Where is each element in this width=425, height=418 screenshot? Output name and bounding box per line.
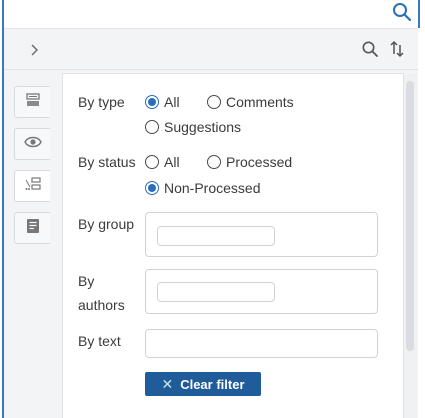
authors-input[interactable] bbox=[157, 282, 275, 302]
clear-filter-button[interactable]: ✕ Clear filter bbox=[145, 372, 261, 396]
status-non-processed-radio[interactable]: Non-Processed bbox=[145, 179, 261, 197]
filter-panel-window: By type All Comments Suggestions By stat… bbox=[0, 0, 425, 418]
comments-list-icon bbox=[25, 92, 41, 113]
side-tab-document[interactable] bbox=[14, 212, 50, 244]
status-all-label: All bbox=[164, 154, 180, 170]
group-input[interactable] bbox=[157, 226, 275, 246]
radio-indicator bbox=[145, 120, 159, 134]
search-icon[interactable] bbox=[392, 2, 412, 22]
scrollbar-thumb[interactable] bbox=[406, 81, 414, 351]
status-all-radio[interactable]: All bbox=[145, 153, 180, 171]
by-status-label: By status bbox=[78, 154, 136, 170]
scrollbar[interactable] bbox=[404, 73, 418, 418]
type-suggestions-radio[interactable]: Suggestions bbox=[145, 118, 241, 136]
type-comments-radio[interactable]: Comments bbox=[207, 93, 294, 111]
by-text-label: By text bbox=[78, 333, 121, 349]
by-authors-label-line2: authors bbox=[78, 297, 125, 313]
side-tab-comments[interactable] bbox=[14, 86, 50, 118]
side-tab-filter[interactable] bbox=[14, 170, 50, 202]
radio-checked-indicator bbox=[145, 95, 159, 109]
close-icon: ✕ bbox=[161, 375, 174, 392]
by-group-label: By group bbox=[78, 216, 135, 232]
sort-icon[interactable] bbox=[388, 39, 406, 59]
side-tab-view[interactable] bbox=[14, 128, 50, 160]
panel-header bbox=[4, 28, 418, 70]
text-filter-input[interactable] bbox=[145, 329, 378, 358]
status-processed-radio[interactable]: Processed bbox=[207, 153, 292, 171]
chevron-right-icon[interactable] bbox=[29, 41, 43, 59]
clear-filter-label: Clear filter bbox=[180, 376, 245, 392]
radio-indicator bbox=[145, 155, 159, 169]
type-suggestions-label: Suggestions bbox=[164, 119, 242, 135]
radio-indicator bbox=[207, 95, 221, 109]
type-all-radio[interactable]: All bbox=[145, 93, 180, 111]
search-icon[interactable] bbox=[361, 40, 379, 58]
filter-icon bbox=[24, 176, 42, 197]
document-icon bbox=[26, 218, 40, 239]
top-toolbar bbox=[0, 0, 425, 28]
radio-indicator bbox=[207, 155, 221, 169]
eye-icon bbox=[23, 135, 42, 154]
status-processed-label: Processed bbox=[226, 154, 293, 170]
by-type-label: By type bbox=[78, 94, 125, 110]
frame-border-right bbox=[418, 0, 420, 28]
type-all-label: All bbox=[164, 94, 180, 110]
type-comments-label: Comments bbox=[226, 94, 294, 110]
radio-checked-indicator bbox=[145, 181, 159, 195]
by-authors-label-line1: By bbox=[78, 273, 95, 289]
status-non-processed-label: Non-Processed bbox=[164, 180, 261, 196]
